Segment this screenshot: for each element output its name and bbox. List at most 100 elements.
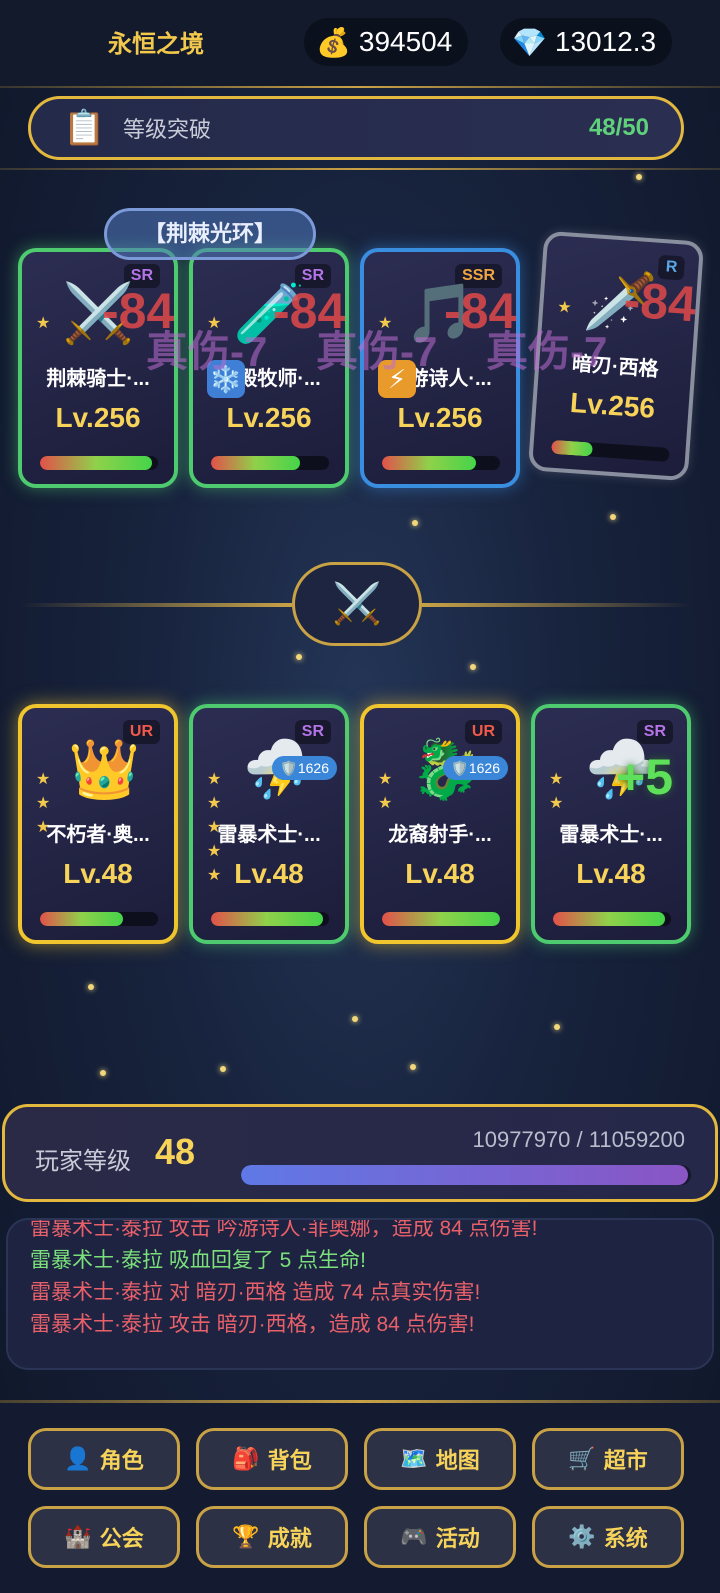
thorn-aura-label: 【荆棘光环】	[104, 208, 316, 260]
unit-level: Lv.48	[405, 858, 475, 889]
hp-fill	[211, 456, 300, 470]
menu-label: 系统	[603, 1526, 648, 1551]
hp-bar	[211, 912, 329, 926]
hp-bar	[382, 456, 500, 470]
hero-card[interactable]: UR 👑 ★ ★ ★ 不朽者·奥... Lv.48	[18, 704, 178, 944]
clipboard-icon: 📋	[63, 109, 106, 147]
menu-button-events[interactable]: 🎮 活动	[364, 1506, 516, 1568]
unit-level: Lv.48	[63, 858, 133, 889]
star-sparkle	[100, 1070, 106, 1076]
true-damage-text: 真伤-7	[146, 328, 268, 375]
true-damage-text: 真伤-7	[316, 328, 438, 375]
unit-level: Lv.256	[226, 402, 312, 433]
log-line: 雷暴术士·泰拉 吸血回复了 5 点生命!	[30, 1249, 367, 1272]
top-bar: 永恒之境 💰 394504 💎 13012.3	[0, 0, 720, 88]
divider	[0, 86, 720, 88]
unit-name: 雷暴术士·...	[217, 824, 321, 846]
crown-icon: 👑	[68, 737, 141, 802]
menu-label: 超市	[603, 1448, 648, 1473]
hero-card[interactable]: SR ⛈️ ★ ★ 雷暴术士·... Lv.48	[531, 704, 691, 944]
menu-button-guild[interactable]: 🏰 公会	[28, 1506, 180, 1568]
menu-button-character[interactable]: 👤 角色	[28, 1428, 180, 1490]
game-title: 永恒之境	[108, 31, 204, 58]
gear-icon: ⚙️	[568, 1524, 596, 1549]
star-sparkle	[554, 1024, 560, 1030]
hp-bar	[553, 912, 671, 926]
menu-label: 角色	[99, 1448, 144, 1473]
menu-label: 地图	[435, 1448, 480, 1473]
diamond-icon: 💎	[512, 26, 547, 58]
star-rating: ★	[556, 298, 573, 317]
menu-label: 成就	[267, 1526, 312, 1551]
hp-fill	[553, 912, 666, 926]
gold-value: 394504	[358, 26, 453, 57]
map-icon: 🗺️	[400, 1446, 428, 1471]
buff-value: 1626	[297, 760, 329, 776]
battle-log[interactable]: 雷暴术士·泰拉 攻击 吟游诗人·菲奥娜，造成 84 点伤害! 雷暴术士·泰拉 吸…	[6, 1218, 714, 1370]
exp-fill	[241, 1165, 688, 1185]
hp-fill	[40, 912, 123, 926]
gold-counter[interactable]: 💰 394504	[304, 18, 469, 66]
level-breakthrough-quest[interactable]: 📋 等级突破 48/50	[28, 96, 684, 160]
menu-button-achievements[interactable]: 🏆 成就	[196, 1506, 348, 1568]
star-sparkle	[220, 1066, 226, 1072]
unit-level: Lv.256	[569, 386, 657, 424]
crossed-swords-icon: ⚔️	[332, 582, 382, 626]
attack-buff-badge: 🛡️1626	[443, 756, 508, 780]
divider	[0, 168, 720, 170]
battle-divider-right	[422, 603, 692, 607]
player-exp-text: 10977970 / 11059200	[472, 1127, 685, 1152]
star-sparkle	[88, 984, 94, 990]
hp-bar	[40, 912, 158, 926]
gamepad-icon: 🎮	[400, 1524, 428, 1549]
heal-number: +5	[616, 749, 674, 805]
hp-bar	[551, 439, 670, 462]
star-sparkle	[296, 654, 302, 660]
trophy-icon: 🏆	[232, 1524, 260, 1549]
character-icon: 👤	[64, 1446, 92, 1471]
shopping-cart-icon: 🛒	[568, 1446, 596, 1471]
unit-name: 雷暴术士·...	[559, 824, 663, 846]
hp-fill	[382, 456, 477, 470]
log-line: 雷暴术士·泰拉 攻击 暗刃·西格，造成 84 点伤害!	[30, 1313, 475, 1336]
hp-fill	[211, 912, 324, 926]
menu-label: 公会	[99, 1526, 144, 1551]
unit-level: Lv.48	[576, 858, 646, 889]
hp-fill	[551, 439, 594, 457]
star-rating: ★ ★	[378, 771, 393, 812]
hp-bar	[40, 456, 158, 470]
star-sparkle	[610, 514, 616, 520]
menu-button-shop[interactable]: 🛒 超市	[532, 1428, 684, 1490]
player-level-label: 玩家等级	[35, 1148, 131, 1175]
shield-icon: 🛡️	[451, 760, 469, 776]
true-damage-text: 真伤-7	[486, 328, 608, 375]
menu-button-backpack[interactable]: 🎒 背包	[196, 1428, 348, 1490]
hero-card[interactable]: UR 🐉 🛡️1626 ★★ 龙裔射手·... Lv.48	[360, 704, 520, 944]
player-level-panel: 玩家等级 48 10977970 / 11059200	[2, 1104, 718, 1202]
log-line: 雷暴术士·泰拉 对 暗刃·西格 造成 74 点真实伤害!	[30, 1281, 481, 1304]
versus-badge: ⚔️	[292, 562, 422, 646]
hero-card[interactable]: SR ⛈️ 🛡️1626 ★★★★★ 雷暴术士·... Lv.48	[189, 704, 349, 944]
star-rating: ★	[36, 315, 51, 332]
unit-level: Lv.256	[397, 402, 483, 433]
hp-fill	[40, 456, 153, 470]
unit-level: Lv.48	[234, 858, 304, 889]
menu-button-system[interactable]: ⚙️ 系统	[532, 1506, 684, 1568]
star-sparkle	[410, 1064, 416, 1070]
backpack-icon: 🎒	[232, 1446, 260, 1471]
damage-number: -84	[622, 271, 699, 333]
quest-progress: 48/50	[588, 114, 649, 141]
star-sparkle	[352, 1016, 358, 1022]
menu-label: 活动	[435, 1526, 480, 1551]
castle-icon: 🏰	[64, 1524, 92, 1549]
battle-divider-left	[20, 603, 292, 607]
gem-value: 13012.3	[554, 26, 657, 57]
gem-counter[interactable]: 💎 13012.3	[500, 18, 673, 66]
unit-name: 龙裔射手·...	[388, 824, 492, 846]
player-level-value: 48	[155, 1131, 196, 1172]
attack-buff-badge: 🛡️1626	[272, 756, 337, 780]
hp-bar	[211, 456, 329, 470]
shield-icon: 🛡️	[280, 760, 298, 776]
hp-bar	[382, 912, 500, 926]
menu-button-map[interactable]: 🗺️ 地图	[364, 1428, 516, 1490]
